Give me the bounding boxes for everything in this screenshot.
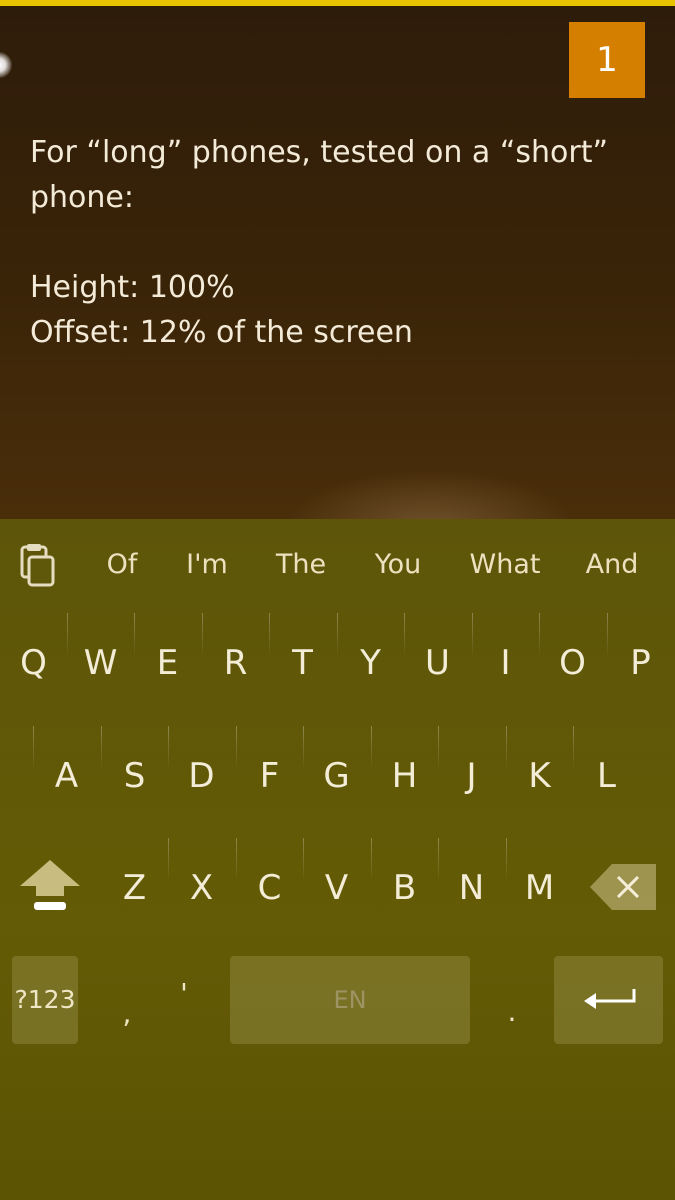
key-g[interactable]: G (303, 726, 370, 826)
note-line: phone: (30, 180, 134, 215)
key-m[interactable]: M (506, 838, 573, 938)
suggestion-the[interactable]: The (251, 545, 351, 585)
key-a[interactable]: A (33, 726, 100, 826)
key-q[interactable]: Q (0, 613, 67, 713)
key-h[interactable]: H (371, 726, 438, 826)
key-row-3: Z X C V B N M (0, 838, 675, 938)
suggestion-and[interactable]: And (562, 545, 662, 585)
suggestion-you[interactable]: You (348, 545, 448, 585)
key-row-1: Q W E R T Y U I O P (0, 613, 675, 713)
key-j[interactable]: J (438, 726, 505, 826)
backspace-icon[interactable] (590, 864, 656, 910)
shift-icon[interactable] (14, 856, 86, 918)
key-i[interactable]: I (472, 613, 539, 713)
key-v[interactable]: V (303, 838, 370, 938)
light-glow (0, 52, 12, 78)
key-row-2: A S D F G H J K L (0, 726, 675, 826)
key-z[interactable]: Z (101, 838, 168, 938)
symbols-key[interactable]: ?123 (12, 956, 78, 1044)
key-r[interactable]: R (202, 613, 269, 713)
virtual-keyboard: Of I'm The You What And Q W E R T Y U I … (0, 519, 675, 1200)
note-editor[interactable]: 1 For “long” phones, tested on a “short”… (0, 6, 675, 519)
key-s[interactable]: S (101, 726, 168, 826)
note-text[interactable]: For “long” phones, tested on a “short” p… (30, 130, 640, 355)
key-d[interactable]: D (168, 726, 235, 826)
space-key[interactable]: EN (230, 956, 470, 1044)
counter-badge[interactable]: 1 (569, 22, 645, 98)
key-t[interactable]: T (269, 613, 336, 713)
key-apostrophe[interactable]: ' (164, 977, 204, 1010)
key-x[interactable]: X (168, 838, 235, 938)
key-f[interactable]: F (236, 726, 303, 826)
key-o[interactable]: O (539, 613, 606, 713)
note-line: Offset: 12% of the screen (30, 315, 413, 350)
key-c[interactable]: C (236, 838, 303, 938)
key-period[interactable]: . (492, 995, 532, 1028)
note-line (30, 220, 640, 265)
key-l[interactable]: L (573, 726, 640, 826)
note-line: For “long” phones, tested on a “short” (30, 135, 609, 170)
key-b[interactable]: B (371, 838, 438, 938)
suggestion-im[interactable]: I'm (157, 545, 257, 585)
key-n[interactable]: N (438, 838, 505, 938)
enter-icon (584, 989, 636, 1009)
key-k[interactable]: K (506, 726, 573, 826)
key-comma[interactable]: , (107, 997, 147, 1030)
suggestion-what[interactable]: What (455, 545, 555, 585)
key-e[interactable]: E (134, 613, 201, 713)
enter-key[interactable] (554, 956, 663, 1044)
key-u[interactable]: U (404, 613, 471, 713)
key-p[interactable]: P (607, 613, 674, 713)
clipboard-icon[interactable] (16, 543, 58, 587)
key-y[interactable]: Y (337, 613, 404, 713)
key-w[interactable]: W (67, 613, 134, 713)
note-line: Height: 100% (30, 270, 235, 305)
